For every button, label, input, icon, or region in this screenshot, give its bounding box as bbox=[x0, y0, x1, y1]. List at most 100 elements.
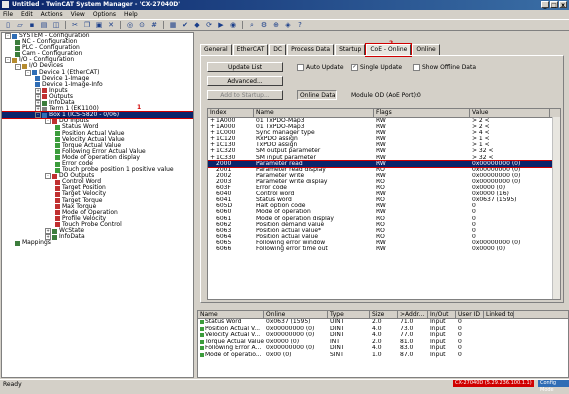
activate-configuration-icon[interactable]: ◆ bbox=[192, 20, 202, 30]
devices-icon bbox=[22, 64, 27, 70]
new-icon[interactable]: ▯ bbox=[3, 20, 13, 30]
close-button[interactable]: x bbox=[559, 1, 567, 9]
auto-update-box[interactable] bbox=[297, 64, 304, 71]
single-update-box[interactable]: ✓ bbox=[351, 64, 358, 71]
expander-icon[interactable]: - bbox=[45, 118, 51, 125]
generate-mappings-icon[interactable]: ▦ bbox=[168, 20, 178, 30]
var-col-7[interactable]: Linked to bbox=[484, 311, 514, 318]
od-scrollbar[interactable] bbox=[552, 117, 560, 299]
expander-icon[interactable]: + bbox=[35, 106, 41, 113]
expander-icon[interactable]: + bbox=[35, 100, 41, 107]
zoom-icon[interactable]: ⊕ bbox=[271, 20, 281, 30]
online-data-field: Online Data bbox=[297, 90, 337, 100]
restart-icon[interactable]: ⟳ bbox=[204, 20, 214, 30]
outputs-icon bbox=[52, 173, 57, 179]
help-icon[interactable]: ? bbox=[295, 20, 305, 30]
tab-online[interactable]: Online bbox=[412, 44, 440, 55]
open-icon[interactable]: ▱ bbox=[15, 20, 25, 30]
var-col-1[interactable]: Online bbox=[264, 311, 328, 318]
expander-icon[interactable]: + bbox=[45, 228, 51, 235]
var-icon bbox=[200, 352, 204, 357]
var-col-3[interactable]: Size bbox=[370, 311, 398, 318]
od-col-value[interactable]: Value bbox=[470, 109, 550, 117]
config-mode-icon[interactable]: ▶ bbox=[216, 20, 226, 30]
expander-icon[interactable]: - bbox=[15, 63, 21, 70]
od-row[interactable]: 6066 Following error time out RW 0x0000 (0) bbox=[208, 246, 560, 252]
tab-startup[interactable]: Startup bbox=[335, 44, 366, 55]
od-col-index[interactable]: Index bbox=[208, 109, 254, 117]
check-configuration-icon[interactable]: ✔ bbox=[180, 20, 190, 30]
menu-view[interactable]: View bbox=[71, 10, 85, 19]
var-icon bbox=[200, 346, 204, 351]
expander-icon[interactable]: - bbox=[45, 173, 51, 180]
free-run-icon[interactable]: ◉ bbox=[228, 20, 238, 30]
var-col-5[interactable]: In/Out bbox=[428, 311, 456, 318]
solution-tree[interactable]: - SYSTEM - Configuration NC - Configuratio… bbox=[1, 32, 194, 378]
print-icon[interactable]: ▤ bbox=[39, 20, 49, 30]
inputs-icon bbox=[52, 118, 57, 124]
delete-icon[interactable]: ✕ bbox=[106, 20, 116, 30]
od-col-flags[interactable]: Flags bbox=[374, 109, 470, 117]
od-col-name[interactable]: Name bbox=[254, 109, 374, 117]
save-icon[interactable]: ▪ bbox=[27, 20, 37, 30]
od-index-text: 6065 bbox=[216, 239, 232, 246]
outvar-icon bbox=[55, 191, 60, 197]
expander-icon[interactable]: - bbox=[5, 33, 11, 40]
menu-edit[interactable]: Edit bbox=[21, 10, 33, 19]
expander-icon[interactable]: - bbox=[25, 69, 31, 76]
tab-process-data[interactable]: Process Data bbox=[287, 44, 335, 55]
show-offline-box[interactable] bbox=[413, 64, 420, 71]
infodata-icon bbox=[42, 100, 47, 106]
od-index-text: 6063 bbox=[216, 227, 232, 234]
find-icon[interactable]: ◎ bbox=[125, 20, 135, 30]
scan-icon[interactable]: ⌕ bbox=[247, 20, 257, 30]
preview-icon[interactable]: ◫ bbox=[51, 20, 61, 30]
tab-ethercat[interactable]: EtherCAT bbox=[232, 44, 269, 55]
target-icon[interactable]: ◈ bbox=[283, 20, 293, 30]
var-col-4[interactable]: >Addr... bbox=[398, 311, 428, 318]
advanced-button[interactable]: Advanced... bbox=[207, 76, 283, 86]
var-cell: 0 bbox=[458, 351, 462, 358]
expander-icon[interactable]: + bbox=[35, 87, 41, 94]
od-index-text: 6041 bbox=[216, 197, 232, 204]
find-next-icon[interactable]: ⊙ bbox=[137, 20, 147, 30]
menu-actions[interactable]: Actions bbox=[41, 10, 63, 19]
var-col-6[interactable]: User ID bbox=[456, 311, 484, 318]
var-col-0[interactable]: Name bbox=[198, 311, 264, 318]
copy-icon[interactable]: ❐ bbox=[82, 20, 92, 30]
toolbar-separator bbox=[242, 21, 243, 29]
online-icon[interactable]: ⚙ bbox=[259, 20, 269, 30]
var-col-2[interactable]: Type bbox=[328, 311, 370, 318]
menu-help[interactable]: Help bbox=[124, 10, 138, 19]
auto-update-checkbox[interactable]: Auto Update bbox=[297, 64, 344, 71]
od-cell-name: Following error time out bbox=[256, 245, 328, 252]
tab-general[interactable]: General bbox=[200, 44, 232, 55]
hash-icon[interactable]: # bbox=[149, 20, 159, 30]
paste-icon[interactable]: ▣ bbox=[94, 20, 104, 30]
var-icon bbox=[55, 124, 60, 130]
single-update-checkbox[interactable]: ✓ Single Update bbox=[351, 64, 402, 71]
cut-icon[interactable]: ✂ bbox=[70, 20, 80, 30]
var-icon bbox=[55, 131, 60, 137]
nc-icon bbox=[15, 39, 20, 45]
object-dictionary-table[interactable]: Index Name Flags Value +1A000 01 TxPDO-Ma… bbox=[207, 108, 561, 300]
minimize-button[interactable]: _ bbox=[541, 1, 549, 9]
show-offline-checkbox[interactable]: Show Offline Data bbox=[413, 64, 476, 71]
menu-file[interactable]: File bbox=[3, 10, 13, 19]
var-row[interactable]: Mode of operatio... 0x00 (0) SINT 1.0 87.0 In… bbox=[198, 352, 568, 359]
expander-icon[interactable]: - bbox=[35, 112, 41, 119]
menu-options[interactable]: Options bbox=[93, 10, 116, 19]
terminal-icon bbox=[42, 106, 47, 112]
variable-list[interactable]: Name Online Type Size >Addr... In/Out User ID L… bbox=[197, 310, 569, 378]
var-icon bbox=[200, 326, 204, 331]
update-list-button[interactable]: Update List bbox=[207, 62, 283, 72]
tree-node[interactable]: Mappings bbox=[2, 240, 193, 246]
tab-dc[interactable]: DC bbox=[269, 44, 287, 55]
expander-icon[interactable]: + bbox=[35, 93, 41, 100]
image-icon bbox=[35, 76, 40, 82]
var-icon bbox=[55, 143, 60, 149]
expander-icon[interactable]: - bbox=[5, 57, 11, 64]
add-to-startup-button[interactable]: Add to Startup... bbox=[207, 90, 283, 100]
var-cell: 0x00 (0) bbox=[266, 351, 292, 358]
maximize-button[interactable]: □ bbox=[550, 1, 558, 9]
